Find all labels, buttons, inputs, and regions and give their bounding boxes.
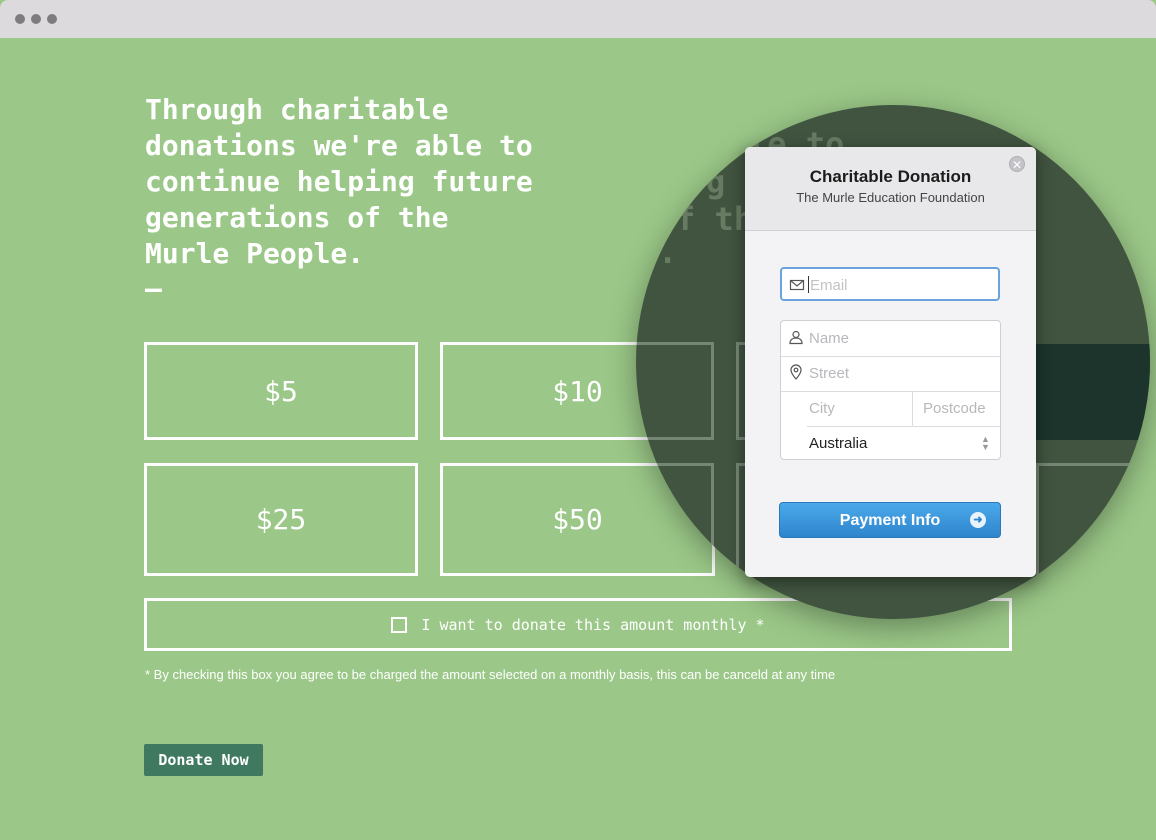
magnified-amount-box <box>636 463 714 576</box>
modal-subtitle: The Murle Education Foundation <box>796 190 985 205</box>
window-dot-icon <box>15 14 25 24</box>
arrow-right-icon: ➜ <box>970 512 986 528</box>
amount-option-5[interactable]: $5 <box>144 342 418 440</box>
monthly-checkbox[interactable] <box>391 616 408 633</box>
address-fields: Name Street City Postcode Australia ▲ ▼ <box>780 320 1001 460</box>
street-placeholder: Street <box>809 365 850 382</box>
magnified-amount-box <box>1036 463 1150 576</box>
magnified-text: . <box>658 233 678 271</box>
amount-option-25[interactable]: $25 <box>144 463 418 576</box>
donate-now-button[interactable]: Donate Now <box>144 744 263 776</box>
monthly-label: I want to donate this amount monthly * <box>421 615 765 634</box>
headline-dash: – <box>145 272 162 305</box>
browser-chrome <box>0 0 1156 38</box>
location-pin-icon <box>790 364 802 380</box>
magnified-text: f th <box>676 200 754 238</box>
modal-title: Charitable Donation <box>809 167 972 186</box>
donation-checkout-modal: Charitable Donation The Murle Education … <box>745 147 1036 577</box>
close-icon[interactable]: ✕ <box>1009 156 1025 172</box>
window-dot-icon <box>47 14 57 24</box>
magnified-text: g <box>706 163 726 201</box>
name-placeholder: Name <box>809 330 850 347</box>
modal-header: Charitable Donation The Murle Education … <box>745 147 1036 231</box>
person-icon <box>789 330 803 345</box>
text-caret <box>808 276 809 293</box>
magnified-amount-box <box>636 342 714 440</box>
country-select[interactable]: Australia <box>809 435 867 452</box>
postcode-field[interactable]: Postcode <box>913 391 1000 427</box>
select-arrows-icon: ▲ ▼ <box>981 434 990 452</box>
monthly-footnote: * By checking this box you agree to be c… <box>145 667 836 682</box>
email-field[interactable]: Email <box>780 267 1000 301</box>
window-dot-icon <box>31 14 41 24</box>
city-placeholder: City <box>809 400 835 417</box>
payment-info-label: Payment Info <box>839 512 941 529</box>
headline: Through charitable donations we're able … <box>145 93 533 270</box>
email-placeholder: Email <box>810 277 848 294</box>
street-field[interactable]: Street <box>781 356 1000 392</box>
donation-page: Through charitable donations we're able … <box>0 38 1156 840</box>
name-field[interactable]: Name <box>781 321 1000 357</box>
envelope-icon <box>789 279 805 291</box>
payment-info-button[interactable]: Payment Info ➜ <box>779 502 1001 538</box>
magnified-selected-box <box>1036 344 1150 440</box>
postcode-placeholder: Postcode <box>923 400 986 417</box>
